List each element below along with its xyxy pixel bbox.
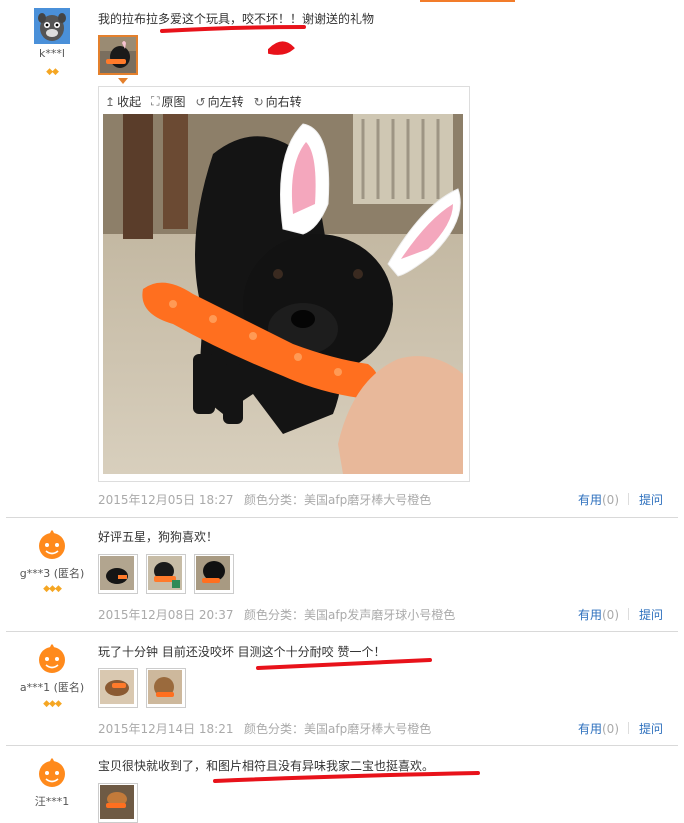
rotate-right-icon: ↻ xyxy=(253,94,264,109)
divider xyxy=(628,608,629,620)
image-viewer: ↥ 收起 ⛶ 原图 ↺ 向左转 ↻ 向右转 xyxy=(98,86,470,482)
original-image-button[interactable]: ⛶ 原图 xyxy=(151,93,185,110)
review-meta: 2015年12月14日 18:21 颜色分类：美国afp磨牙棒大号橙色 有用(0… xyxy=(98,720,663,737)
review-text: 我的拉布拉多爱这个玩具，咬不坏！！谢谢送的礼物 xyxy=(98,12,375,26)
collapse-arrow-icon: ↥ xyxy=(105,94,116,109)
collapse-label: 收起 xyxy=(117,95,142,109)
review-meta: 2015年12月05日 18:27 颜色分类：美国afp磨牙棒大号橙色 有用(0… xyxy=(98,491,663,508)
review-photo-thumbnail[interactable] xyxy=(98,35,138,75)
avatar[interactable] xyxy=(34,754,70,790)
review-photo-thumbnail[interactable] xyxy=(98,668,138,708)
useful-count: (0) xyxy=(602,608,619,622)
expand-icon: ⛶ xyxy=(151,94,160,108)
active-tab-indicator xyxy=(420,0,515,2)
thumbnail-pointer xyxy=(118,78,128,84)
username[interactable]: k***l xyxy=(0,47,104,60)
username[interactable]: a***1 (匿名) xyxy=(0,679,104,695)
review-thumbnails xyxy=(98,35,138,75)
divider xyxy=(6,631,678,632)
useful-button[interactable]: 有用(0) xyxy=(578,606,619,623)
divider xyxy=(628,493,629,505)
collapse-button[interactable]: ↥ 收起 xyxy=(105,93,141,110)
useful-label: 有用 xyxy=(577,493,602,507)
useful-button[interactable]: 有用(0) xyxy=(578,720,619,737)
review-thumbnails xyxy=(98,554,234,594)
review-date: 2015年12月08日 20:37 xyxy=(98,608,234,622)
username[interactable]: g***3 (匿名) xyxy=(0,565,104,581)
rotate-left-label: 向左转 xyxy=(207,95,244,109)
avatar[interactable] xyxy=(34,526,70,562)
diamond-icon: ◆◆◆ xyxy=(43,584,62,594)
original-label: 原图 xyxy=(161,95,186,109)
useful-count: (0) xyxy=(602,493,619,507)
divider xyxy=(628,722,629,734)
review-photo-thumbnail[interactable] xyxy=(194,554,234,594)
divider xyxy=(6,517,678,518)
review-text: 好评五星，狗狗喜欢！ xyxy=(98,530,219,544)
review-sku: 颜色分类：美国afp磨牙棒大号橙色 xyxy=(244,722,432,736)
review-photo-large[interactable] xyxy=(103,114,463,474)
review-sku: 颜色分类：美国afp发声磨牙球小号橙色 xyxy=(244,608,456,622)
review-date: 2015年12月14日 18:21 xyxy=(98,722,234,736)
ask-button[interactable]: 提问 xyxy=(639,606,663,623)
review-photo-thumbnail[interactable] xyxy=(98,783,138,823)
review-photo-thumbnail[interactable] xyxy=(98,554,138,594)
username[interactable]: 汪***1 xyxy=(0,793,104,809)
rotate-left-button[interactable]: ↺ 向左转 xyxy=(196,93,244,110)
rotate-right-label: 向右转 xyxy=(265,95,302,109)
review-sku: 颜色分类：美国afp磨牙棒大号橙色 xyxy=(244,493,432,507)
viewer-toolbar: ↥ 收起 ⛶ 原图 ↺ 向左转 ↻ 向右转 xyxy=(105,93,302,110)
ask-button[interactable]: 提问 xyxy=(639,720,663,737)
ask-button[interactable]: 提问 xyxy=(639,491,663,508)
review-text: 玩了十分钟 目前还没咬坏 目测这个十分耐咬 赞一个！ xyxy=(98,645,386,659)
diamond-icon: ◆◆◆ xyxy=(43,699,62,709)
useful-label: 有用 xyxy=(577,722,602,736)
review-thumbnails xyxy=(98,783,138,823)
avatar[interactable] xyxy=(34,640,70,676)
useful-button[interactable]: 有用(0) xyxy=(578,491,619,508)
review-meta: 2015年12月08日 20:37 颜色分类：美国afp发声磨牙球小号橙色 有用… xyxy=(98,606,663,623)
review-photo-thumbnail[interactable] xyxy=(146,554,186,594)
useful-count: (0) xyxy=(602,722,619,736)
avatar[interactable] xyxy=(34,8,70,44)
rotate-left-icon: ↺ xyxy=(195,94,206,109)
review-photo-thumbnail[interactable] xyxy=(146,668,186,708)
review-thumbnails xyxy=(98,668,186,708)
diamond-icon: ◆◆ xyxy=(46,67,59,77)
review-date: 2015年12月05日 18:27 xyxy=(98,493,234,507)
useful-label: 有用 xyxy=(577,608,602,622)
rotate-right-button[interactable]: ↻ 向右转 xyxy=(254,93,302,110)
divider xyxy=(6,745,678,746)
review-text: 宝贝很快就收到了，和图片相符且没有异味我家二宝也挺喜欢。 xyxy=(98,759,435,773)
